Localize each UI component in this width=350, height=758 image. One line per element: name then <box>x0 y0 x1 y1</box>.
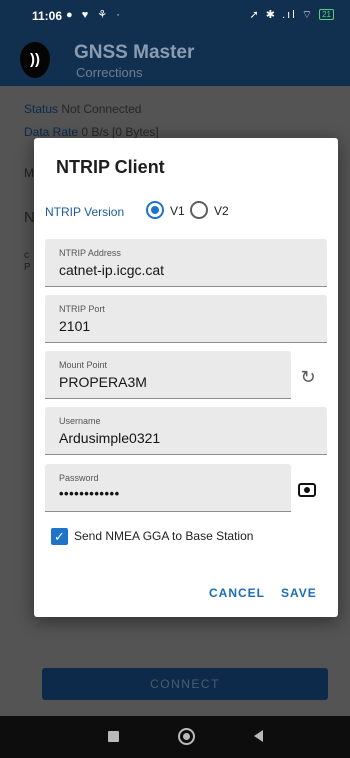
radio-v1[interactable] <box>146 201 164 219</box>
password-field[interactable]: Password •••••••••••• <box>45 464 291 512</box>
password-input[interactable]: •••••••••••• <box>59 486 120 501</box>
bg-partial-text: P <box>24 262 31 273</box>
send-gga-label[interactable]: Send NMEA GGA to Base Station <box>74 529 253 543</box>
navigation-bar <box>0 716 350 758</box>
notification-icons: ● ♥ ⚘ · <box>66 9 123 21</box>
data-rate-key: Data Rate <box>24 125 79 139</box>
app-subtitle: Corrections <box>76 65 143 80</box>
bg-partial-text: c <box>24 250 29 261</box>
ntrip-port-label: NTRIP Port <box>59 304 105 314</box>
ntrip-client-dialog: NTRIP Client NTRIP Version V1 V2 NTRIP A… <box>34 138 338 617</box>
password-label: Password <box>59 473 99 483</box>
status-value: Not Connected <box>61 102 142 116</box>
ntrip-port-input[interactable]: 2101 <box>59 318 90 334</box>
eye-icon[interactable] <box>298 483 316 497</box>
mount-point-input[interactable]: PROPERA3M <box>59 374 147 390</box>
data-rate-row: Data Rate 0 B/s [0 Bytes] <box>24 125 159 139</box>
app-title: GNSS Master <box>74 42 195 63</box>
ntrip-address-input[interactable]: catnet-ip.icgc.cat <box>59 262 164 278</box>
home-icon[interactable] <box>178 728 195 745</box>
mount-point-label: Mount Point <box>59 360 108 370</box>
recent-apps-icon[interactable] <box>108 731 119 742</box>
refresh-icon[interactable]: ↻ <box>296 365 320 389</box>
username-label: Username <box>59 416 101 426</box>
save-button[interactable]: SAVE <box>281 586 317 600</box>
connect-button[interactable]: CONNECT <box>42 668 328 700</box>
app-logo-icon: )) <box>20 42 50 78</box>
send-gga-checkbox[interactable]: ✓ <box>51 528 68 545</box>
status-time: 11:06 <box>32 9 63 23</box>
app-bar: )) GNSS Master Corrections <box>0 34 350 86</box>
ntrip-address-label: NTRIP Address <box>59 248 121 258</box>
radio-v2[interactable] <box>190 201 208 219</box>
username-input[interactable]: Ardusimple0321 <box>59 430 160 446</box>
cancel-button[interactable]: CANCEL <box>209 586 265 600</box>
mount-point-field[interactable]: Mount Point PROPERA3M <box>45 351 291 399</box>
check-icon: ✓ <box>54 529 65 544</box>
status-bar: 11:06 ● ♥ ⚘ · ➚ ✱ .ıl ⌔ 21 <box>0 0 350 34</box>
system-icons: ➚ ✱ .ıl ⌔ 21 <box>250 8 334 22</box>
ntrip-port-field[interactable]: NTRIP Port 2101 <box>45 295 327 343</box>
radio-v1-label[interactable]: V1 <box>170 204 185 218</box>
status-row: Status Not Connected <box>24 102 141 116</box>
status-key: Status <box>24 102 59 116</box>
bg-partial-text: M <box>24 166 34 180</box>
radio-v2-label[interactable]: V2 <box>214 204 229 218</box>
signal-icons: ➚ ✱ .ıl ⌔ <box>249 9 315 21</box>
ntrip-version-label: NTRIP Version <box>45 205 125 219</box>
data-rate-value: 0 B/s [0 Bytes] <box>81 125 159 139</box>
back-icon[interactable] <box>254 730 263 742</box>
ntrip-address-field[interactable]: NTRIP Address catnet-ip.icgc.cat <box>45 239 327 287</box>
battery-icon: 21 <box>319 9 334 20</box>
dialog-title: NTRIP Client <box>56 157 165 177</box>
username-field[interactable]: Username Ardusimple0321 <box>45 407 327 455</box>
